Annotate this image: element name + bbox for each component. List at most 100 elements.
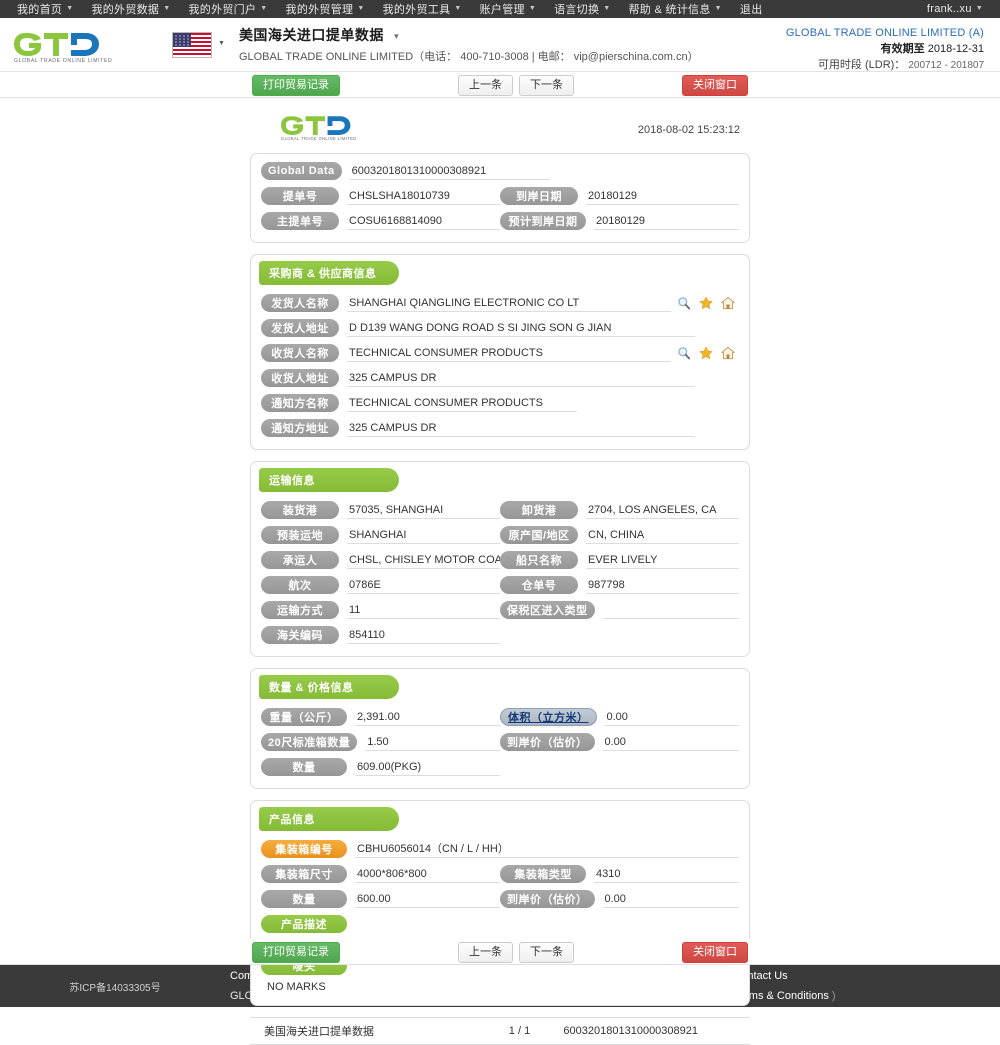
consignee-actions [677,346,735,360]
nav-item-label: 退出 [739,4,763,16]
search-icon[interactable] [677,346,691,360]
carrier-label: 承运人 [261,551,339,569]
shipper-address-label: 发货人地址 [261,319,339,337]
quantity-label: 数量 [261,758,347,776]
main-content-area: GLOBAL TRADE ONLINE LIMITED 2018-08-02 1… [0,98,1000,1045]
record-timestamp: 2018-08-02 15:23:12 [637,124,740,136]
row-consignee-name: 收货人名称 TECHNICAL CONSUMER PRODUCTS [261,344,739,362]
volume-label[interactable]: 体积（立方米） [500,708,597,726]
nav-item-help-stats[interactable]: 帮助 & 统计信息 ▼ [620,1,731,17]
next-record-button[interactable]: 下一条 [519,75,574,97]
discharge-port-value: 2704, LOS ANGELES, CA [586,502,739,519]
account-ldr-value: 200712 - 201807 [908,59,984,71]
bonded-entry-type-label: 保税区进入类型 [500,601,595,619]
account-expiry-label: 有效期至 [880,42,925,55]
product-cif-value: 0.00 [602,891,739,908]
transport-mode-value: 11 [347,602,500,619]
nav-item-account-management[interactable]: 账户管理 ▼ [471,1,545,17]
product-panel-title: 产品信息 [259,807,399,831]
master-bl-label: 主提单号 [261,212,339,230]
product-quantity-label: 数量 [261,890,347,908]
sheet-header: GLOBAL TRADE ONLINE LIMITED 2018-08-02 1… [250,106,750,153]
notify-party-name-label: 通知方名称 [261,394,339,412]
gto-logo-icon: GLOBAL TRADE ONLINE LIMITED [281,116,357,141]
gto-logo-icon: GLOBAL TRADE ONLINE LIMITED [14,32,112,63]
next-record-button-bottom[interactable]: 下一条 [519,942,574,964]
product-description-label: 产品描述 [261,915,347,933]
row-origin: 预装运地 SHANGHAI 原产国/地区 CN, CHINA [261,526,739,544]
nav-item-trade-management[interactable]: 我的外贸管理 ▼ [277,1,374,17]
discharge-port-label: 卸货港 [500,501,578,519]
nav-item-label: 我的外贸门户 [188,4,257,16]
row-hs-code: 海关编码 854110 [261,626,739,644]
bl-number-value: CHSLSHA18010739 [347,188,500,205]
row-voyage: 航次 0786E 仓单号 987798 [261,576,739,594]
previous-record-button-bottom[interactable]: 上一条 [458,942,513,964]
star-icon[interactable] [699,346,713,360]
est-arrival-date-value: 20180129 [594,213,739,230]
row-consignee-address: 收货人地址 325 CAMPUS DR [261,369,739,387]
account-name: GLOBAL TRADE ONLINE LIMITED (A) [785,27,984,39]
voyage-value: 0786E [347,577,500,594]
close-window-button-bottom[interactable]: 关闭窗口 [682,942,748,964]
nav-item-label: 语言切换 [554,4,600,16]
loading-port-value: 57035, SHANGHAI [347,502,500,519]
page-indicator: 1 / 1 [508,1025,531,1037]
print-trade-record-button[interactable]: 打印贸易记录 [252,75,340,97]
cif-value-value: 0.00 [602,734,739,751]
vessel-name-value: EVER LIVELY [586,552,739,569]
star-icon[interactable] [699,296,713,310]
nav-item-trade-portal[interactable]: 我的外贸门户 ▼ [179,1,276,17]
teu-label: 20尺标准箱数量 [261,733,358,751]
container-type-value: 4310 [594,866,739,883]
shipper-address-value: D D139 WANG DONG ROAD S SI JING SON G JI… [347,320,695,337]
product-quantity-value: 600.00 [355,891,500,908]
weight-label: 重量（公斤） [261,708,347,726]
svg-text:GLOBAL TRADE ONLINE LIMITED: GLOBAL TRADE ONLINE LIMITED [281,136,357,141]
top-toolbar: 打印贸易记录 上一条 下一条 关闭窗口 [0,72,1000,98]
transport-info-panel: 运输信息 装货港 57035, SHANGHAI 卸货港 2704, LOS A… [250,461,750,657]
container-number-label[interactable]: 集装箱编号 [261,840,347,858]
transport-panel-title: 运输信息 [259,468,399,492]
quantity-panel-title: 数量 & 价格信息 [259,675,399,699]
account-ldr-label: 可用时段 (LDR)： [817,58,906,71]
page-subtitle: GLOBAL TRADE ONLINE LIMITED（电话： 400-710-… [238,51,699,63]
nav-item-logout[interactable]: 退出 [731,1,772,17]
preload-place-value: SHANGHAI [347,527,500,544]
home-icon[interactable] [721,346,735,360]
record-sheet: GLOBAL TRADE ONLINE LIMITED 2018-08-02 1… [250,106,750,1045]
chevron-down-icon[interactable]: ▼ [218,40,225,47]
nav-item-home[interactable]: 我的首页 ▼ [8,1,82,17]
search-icon[interactable] [677,296,691,310]
chevron-down-icon[interactable]: ▼ [392,32,400,41]
user-menu[interactable]: frank..xu ▼ [918,3,992,15]
container-type-label: 集装箱类型 [500,865,586,883]
vessel-name-label: 船只名称 [500,551,578,569]
nav-item-language-switch[interactable]: 语言切换 ▼ [545,1,619,17]
hs-code-value: 854110 [347,627,500,644]
close-window-button[interactable]: 关闭窗口 [682,75,748,97]
page-title[interactable]: 美国海关进口提单数据 ▼ [239,25,699,45]
brand-logo[interactable]: GLOBAL TRADE ONLINE LIMITED [14,27,142,63]
previous-record-button[interactable]: 上一条 [458,75,513,97]
country-selector[interactable]: ▼ [172,31,225,58]
manifest-number-label: 仓单号 [500,576,578,594]
chevron-down-icon: ▼ [163,4,171,12]
nav-item-label: 我的外贸工具 [382,4,451,16]
page-title-text: 美国海关进口提单数据 [238,27,384,43]
nav-item-trade-data[interactable]: 我的外贸数据 ▼ [82,1,179,17]
transport-mode-label: 运输方式 [261,601,339,619]
nav-item-trade-tools[interactable]: 我的外贸工具 ▼ [374,1,471,17]
home-icon[interactable] [721,296,735,310]
account-info: GLOBAL TRADE ONLINE LIMITED (A) 有效期至 201… [786,26,984,74]
print-trade-record-button-bottom[interactable]: 打印贸易记录 [252,942,340,964]
quantity-value: 609.00(PKG) [355,759,500,776]
row-transport-mode: 运输方式 11 保税区进入类型 [261,601,739,619]
bonded-entry-type-value [602,602,739,619]
buyer-supplier-panel-title: 采购商 & 供应商信息 [259,261,399,285]
row-quantity: 数量 609.00(PKG) [261,758,739,776]
notify-party-name-value: TECHNICAL CONSUMER PRODUCTS [347,395,577,412]
icp-license: 苏ICP备14033305号 [69,982,161,994]
account-expiry-value: 2018-12-31 [927,42,984,55]
row-teu-cif: 20尺标准箱数量 1.50 到岸价（估价） 0.00 [261,733,739,751]
